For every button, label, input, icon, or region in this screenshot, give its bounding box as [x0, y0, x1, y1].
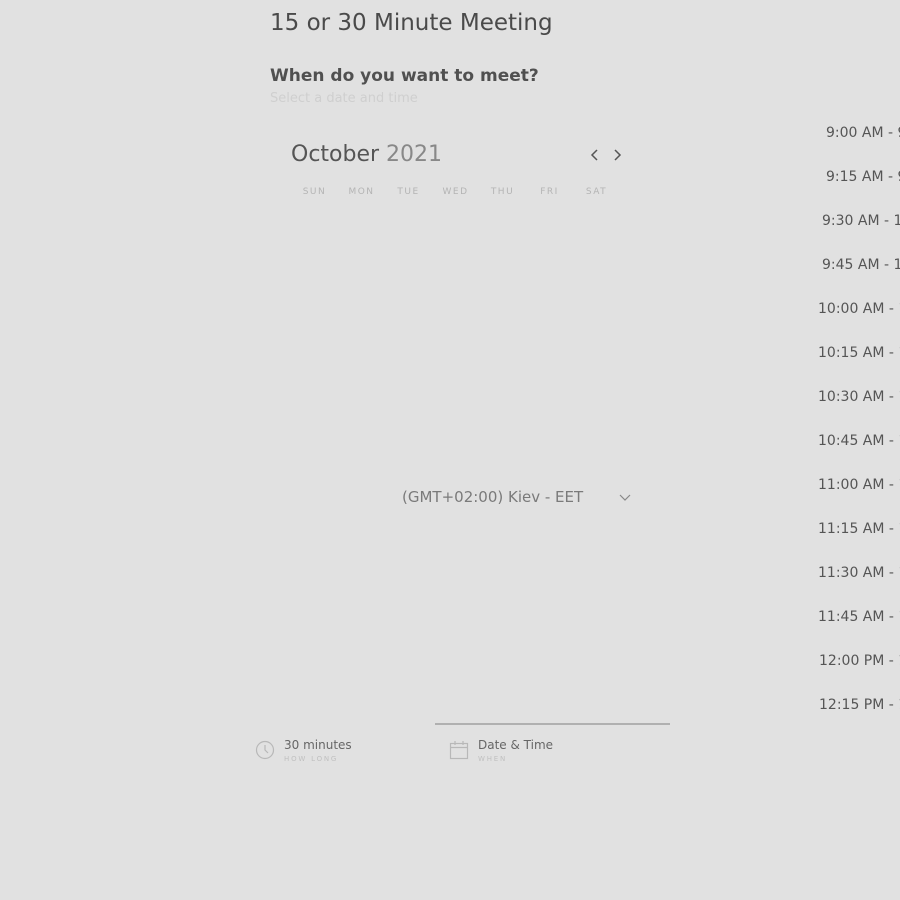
time-slot-label: 12:15 PM - 1 — [819, 697, 900, 713]
time-slot[interactable]: 9:00 AM - 9 — [800, 125, 900, 169]
section-heading: When do you want to meet? — [270, 66, 539, 86]
time-slot[interactable]: 12:15 PM - 1 — [800, 697, 900, 741]
page-title: 15 or 30 Minute Meeting — [270, 10, 553, 36]
month-name: October — [291, 142, 380, 167]
time-slot[interactable]: 12:00 PM - 1 — [800, 653, 900, 697]
timezone-select[interactable]: (GMT+02:00) Kiev - EET — [392, 486, 642, 512]
weekday-header: SUN MON TUE WED THU FRI SAT — [291, 187, 621, 197]
datetime-value: Date & Time — [478, 738, 554, 752]
time-slot-label: 12:00 PM - 1 — [819, 653, 900, 669]
time-slot[interactable]: 10:00 AM - 1 — [800, 301, 900, 345]
weekday-label: TUE — [397, 187, 420, 197]
time-slot-label: 10:30 AM - 1 — [818, 389, 900, 405]
time-slot[interactable]: 11:00 AM - 1 — [800, 477, 900, 521]
weekday-label: SUN — [302, 187, 327, 197]
year-label: 2021 — [386, 142, 443, 167]
step-duration[interactable]: 30 minutes HOW LONG — [255, 738, 352, 763]
step-date-time[interactable]: Date & Time WHEN — [449, 738, 553, 763]
weekday-label: FRI — [540, 187, 559, 197]
timezone-label: (GMT+02:00) Kiev - EET — [402, 488, 584, 506]
duration-value: 30 minutes — [284, 738, 352, 752]
time-slot-label: 11:30 AM - 1 — [818, 565, 900, 581]
weekday-label: WED — [442, 187, 469, 197]
time-slot-label: 10:45 AM - 1 — [818, 433, 900, 449]
weekday-label: SAT — [585, 187, 608, 197]
time-slot[interactable]: 9:15 AM - 9 — [800, 169, 900, 213]
active-step-indicator — [435, 723, 670, 725]
time-slot-label: 9:15 AM - 9 — [826, 169, 900, 185]
time-slot-label: 9:30 AM - 10 — [822, 213, 900, 229]
next-month-button[interactable] — [609, 146, 625, 164]
time-slot-label: 10:00 AM - 1 — [818, 301, 900, 317]
time-slot[interactable]: 11:15 AM - 1 — [800, 521, 900, 565]
time-slot[interactable]: 10:30 AM - 1 — [800, 389, 900, 433]
time-slot[interactable]: 10:15 AM - 1 — [800, 345, 900, 389]
time-slot[interactable]: 11:45 AM - 1 — [800, 609, 900, 653]
time-slot-label: 10:15 AM - 1 — [818, 345, 900, 361]
time-slot-label: 11:45 AM - 1 — [818, 609, 900, 625]
chevron-right-icon — [614, 149, 622, 161]
time-slot[interactable]: 9:45 AM - 10 — [800, 257, 900, 301]
previous-month-button[interactable] — [587, 146, 603, 164]
time-slot[interactable]: 11:30 AM - 1 — [800, 565, 900, 609]
time-slot[interactable]: 10:45 AM - 1 — [800, 433, 900, 477]
time-slot-list: 9:00 AM - 9 9:15 AM - 9 9:30 AM - 10 9:4… — [800, 125, 900, 741]
clock-icon — [255, 740, 275, 760]
weekday-label: THU — [490, 187, 515, 197]
time-slot[interactable]: 9:30 AM - 10 — [800, 213, 900, 257]
section-hint: Select a date and time — [270, 91, 418, 106]
time-slot-label: 9:00 AM - 9 — [826, 125, 900, 141]
time-slot-label: 11:15 AM - 1 — [818, 521, 900, 537]
weekday-label: MON — [348, 187, 375, 197]
chevron-down-icon — [619, 494, 631, 501]
duration-caption: HOW LONG — [284, 755, 339, 763]
time-slot-label: 11:00 AM - 1 — [818, 477, 900, 493]
datetime-caption: WHEN — [478, 755, 508, 763]
booking-page: 15 or 30 Minute Meeting When do you want… — [0, 0, 900, 900]
calendar-icon — [449, 741, 469, 760]
time-slot-label: 9:45 AM - 10 — [822, 257, 900, 273]
chevron-left-icon — [590, 149, 598, 161]
calendar-month-label: October 2021 — [291, 142, 442, 167]
